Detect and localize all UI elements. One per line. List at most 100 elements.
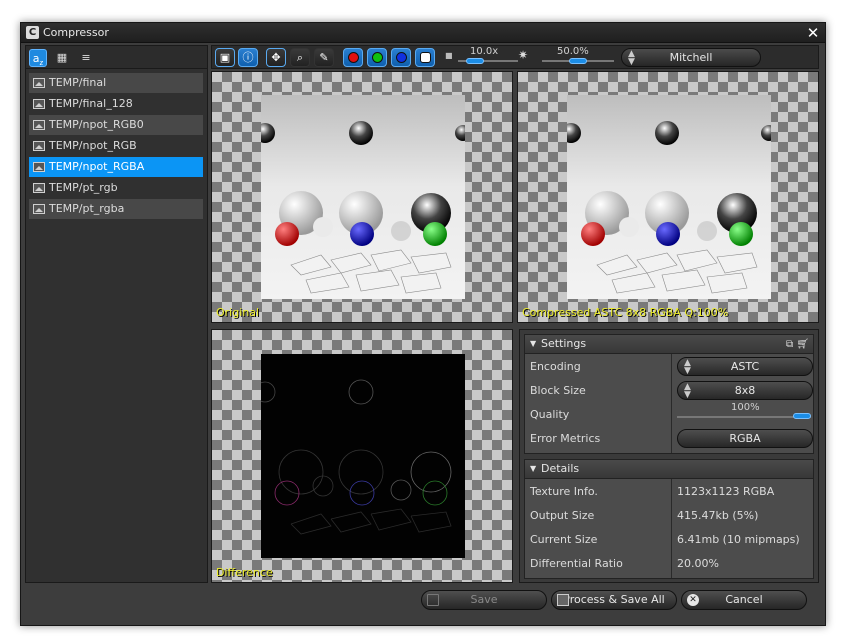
column-divider (671, 354, 672, 453)
window-title: Compressor (43, 26, 109, 39)
block-size-select[interactable]: ▲ ▼ 8x8 (677, 381, 813, 400)
file-item-npot-rgb[interactable]: TEMP/npot_RGB (29, 136, 203, 156)
quality-value: 100% (731, 402, 760, 413)
cancel-icon: ✕ (687, 594, 699, 606)
compressed-label: Compressed ASTC 8x8 RGBA Q:100% (522, 306, 729, 319)
view-toolbar: ▣ ⓘ ✥ ⌕ ✎ ■ 10.0x ✷ 50.0% ▲ ▼ Mitchell (211, 45, 819, 69)
zoom-slider[interactable] (458, 58, 518, 64)
original-image (261, 95, 465, 299)
file-item-npot-rgba[interactable]: TEMP/npot_RGBA (29, 157, 203, 177)
block-size-label: Block Size (530, 384, 586, 397)
quality-slider[interactable] (677, 413, 811, 419)
filter-select[interactable]: ▲ ▼ Mitchell (621, 48, 761, 67)
filter-icon[interactable]: ≡ (77, 49, 95, 67)
scene-render (261, 121, 465, 294)
quality-label: Quality (530, 408, 570, 421)
spin-arrows-icon: ▲ ▼ (684, 358, 691, 376)
exposure-slider[interactable] (542, 58, 614, 64)
scene-render (567, 121, 771, 294)
red-channel-button[interactable] (343, 48, 363, 67)
encoding-label: Encoding (530, 360, 581, 373)
green-channel-button[interactable] (367, 48, 387, 67)
calendar-icon[interactable]: ▦ (53, 49, 71, 67)
image-file-icon (33, 204, 45, 214)
output-size-label: Output Size (530, 509, 595, 522)
quality-slider-handle[interactable] (793, 413, 811, 419)
save-button[interactable]: Save (421, 590, 547, 610)
floppy-icon (427, 594, 439, 606)
file-item-label: TEMP/npot_RGB0 (49, 118, 144, 131)
difference-pane[interactable]: Difference (211, 329, 513, 583)
file-panel: az ▦ ≡ TEMP/final TEMP/final_128 TEMP/np… (25, 45, 208, 583)
zoom-max-icon: ✷ (518, 48, 529, 62)
copy-settings-icon[interactable]: ⧉ (786, 339, 793, 350)
block-size-value: 8x8 (734, 384, 756, 397)
cancel-label: Cancel (725, 593, 763, 606)
magnifier-icon[interactable]: ⌕ (290, 48, 310, 67)
spin-arrows-icon: ▲ ▼ (628, 49, 635, 67)
image-file-icon (33, 120, 45, 130)
settings-title: Settings (541, 337, 587, 350)
settings-body: Encoding ▲ ▼ ASTC Block Size ▲ ▼ 8x8 Quali… (524, 354, 814, 454)
difference-image (261, 354, 465, 558)
differential-ratio-value: 20.00% (677, 557, 719, 570)
file-item-label: TEMP/final (49, 76, 107, 89)
original-pane[interactable]: Original (211, 71, 513, 323)
encoding-select[interactable]: ▲ ▼ ASTC (677, 357, 813, 376)
filter-value: Mitchell (669, 51, 713, 64)
settings-header[interactable]: ▼ Settings ⧉ 🛒︎ (524, 334, 814, 354)
alpha-channel-icon (419, 52, 431, 63)
details-header[interactable]: ▼ Details (524, 459, 814, 479)
image-icon (557, 594, 569, 606)
compressed-pane[interactable]: Compressed ASTC 8x8 RGBA Q:100% (517, 71, 819, 323)
process-save-all-label: Process & Save All (563, 593, 665, 606)
file-list: TEMP/final TEMP/final_128 TEMP/npot_RGB0… (25, 69, 208, 583)
details-title: Details (541, 462, 580, 475)
encoding-value: ASTC (730, 360, 760, 373)
file-item-pt-rgba[interactable]: TEMP/pt_rgba (29, 199, 203, 219)
zoom-min-icon: ■ (445, 51, 453, 60)
alpha-channel-button[interactable] (415, 48, 435, 67)
error-metrics-select[interactable]: RGBA (677, 429, 813, 448)
exposure-slider-handle[interactable] (569, 58, 587, 64)
save-label: Save (470, 593, 498, 606)
error-metrics-label: Error Metrics (530, 432, 601, 445)
file-item-final[interactable]: TEMP/final (29, 73, 203, 93)
texture-info-label: Texture Info. (530, 485, 598, 498)
compressor-window: C Compressor ✕ az ▦ ≡ TEMP/final TEMP/fi… (20, 22, 826, 626)
file-item-label: TEMP/pt_rgb (49, 181, 118, 194)
red-channel-icon (347, 52, 359, 63)
zoom-slider-handle[interactable] (466, 58, 484, 64)
collapse-triangle-icon: ▼ (530, 339, 537, 348)
current-size-value: 6.41mb (10 mipmaps) (677, 533, 800, 546)
process-save-all-button[interactable]: Process & Save All (551, 590, 677, 610)
info-icon[interactable]: ⓘ (238, 48, 258, 67)
texture-info-value: 1123x1123 RGBA (677, 485, 775, 498)
output-size-value: 415.47kb (5%) (677, 509, 759, 522)
exposure-value: 50.0% (557, 46, 589, 57)
file-item-npot-rgb0[interactable]: TEMP/npot_RGB0 (29, 115, 203, 135)
compressed-image (567, 95, 771, 299)
blue-channel-button[interactable] (391, 48, 411, 67)
image-file-icon (33, 99, 45, 109)
sort-alpha-icon[interactable]: az (29, 49, 47, 67)
file-item-label: TEMP/npot_RGB (49, 139, 137, 152)
details-body: Texture Info. 1123x1123 RGBA Output Size… (524, 479, 814, 579)
file-item-label: TEMP/npot_RGBA (49, 160, 145, 173)
checker-background-icon[interactable]: ▣ (215, 48, 235, 67)
cart-icon[interactable]: 🛒︎ (796, 339, 809, 350)
file-item-pt-rgb[interactable]: TEMP/pt_rgb (29, 178, 203, 198)
image-file-icon (33, 183, 45, 193)
difference-render (261, 379, 452, 535)
eyedropper-icon[interactable]: ✎ (314, 48, 334, 67)
error-metrics-value: RGBA (729, 432, 761, 445)
image-file-icon (33, 162, 45, 172)
title-bar[interactable]: C Compressor ✕ (21, 23, 825, 43)
current-size-label: Current Size (530, 533, 598, 546)
file-item-final-128[interactable]: TEMP/final_128 (29, 94, 203, 114)
difference-label: Difference (216, 566, 273, 579)
green-channel-icon (371, 52, 383, 63)
cancel-button[interactable]: ✕ Cancel (681, 590, 807, 610)
pan-move-icon[interactable]: ✥ (266, 48, 286, 67)
close-icon[interactable]: ✕ (805, 25, 821, 41)
